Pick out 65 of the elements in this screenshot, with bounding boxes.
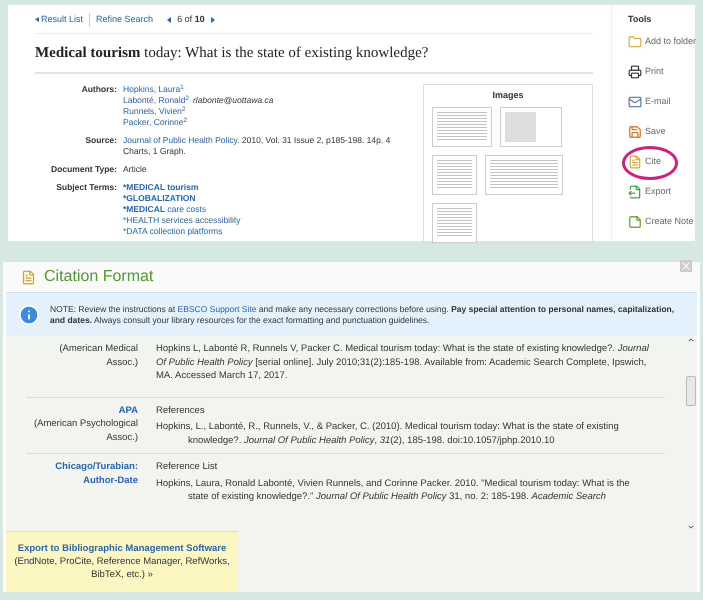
subject-term-link[interactable]: *MEDICAL tourism <box>123 182 198 192</box>
tool-link[interactable]: Print <box>645 64 664 78</box>
citation-heading: Reference List <box>156 460 218 474</box>
subject-term-link[interactable]: *DATA collection platforms <box>123 226 222 236</box>
support-site-link[interactable]: EBSCO Support Site <box>178 304 256 314</box>
author-link[interactable]: Labonté, Ronald$^{2}$ <box>123 95 189 106</box>
journal-link[interactable]: Journal of Public Health Policy <box>123 135 238 145</box>
envelope-icon[interactable] <box>628 94 642 108</box>
previous-arrow-icon[interactable] <box>167 16 172 23</box>
highlight-ellipse <box>622 146 678 180</box>
scroll-up-icon[interactable] <box>687 336 695 344</box>
images-heading: Images <box>491 89 525 102</box>
document-icon <box>21 270 36 284</box>
citation-style-link[interactable]: APA <box>26 404 138 417</box>
refine-search-link[interactable]: Refine Search <box>89 13 154 26</box>
document-thumbnail[interactable] <box>500 106 562 146</box>
subject-term-link[interactable]: *HEALTH services accessibility <box>123 215 240 225</box>
back-arrow-icon <box>35 17 39 22</box>
next-arrow-icon[interactable] <box>210 16 215 23</box>
article-title: Medical tourism today: What is the state of existing knowledge? <box>35 34 593 74</box>
tool-link[interactable]: Add to folder <box>645 34 696 48</box>
author-link[interactable]: Hopkins, Laura$^{1}$ <box>123 84 184 95</box>
tool-link[interactable]: E-mail <box>645 94 671 108</box>
citation-text: Hopkins, L., Labonté, R., Runnels, V., & Packer, C. (2010). Medical tourism today: What is the state of existing knowledge?. Journal Of Public Health Policy, 31(2), 185-198. doi:10.1057/jphp.2010.10 <box>156 420 620 447</box>
field-label: Document Type: <box>50 164 117 175</box>
export-formats: (EndNote, ProCite, Reference Manager, RefWorks, BibTeX, etc.) » <box>13 555 231 581</box>
field-label: Subject Terms: <box>55 182 117 194</box>
dialog-title: Citation Format <box>44 267 154 287</box>
document-thumbnail[interactable] <box>432 202 477 242</box>
record-position: 6 of 10 <box>177 13 205 26</box>
subject-term-link[interactable]: *GLOBALIZATION <box>123 193 196 203</box>
scroll-down-icon[interactable] <box>687 523 695 531</box>
author-link[interactable]: Runnels, Vivien$^{2}$ <box>123 106 186 117</box>
tool-link[interactable]: Export <box>645 184 672 198</box>
close-icon[interactable] <box>680 260 692 272</box>
source-text: Journal of Public Health Policy. 2010, Vol. 31 Issue 2, p185-198. 14p. 4 Charts, 1 Graph. <box>123 135 392 157</box>
scroll-thumb[interactable] <box>686 376 696 406</box>
note-text: NOTE: Review the instructions at EBSCO Support Site and make any necessary corrections before using. Pay special attention to personal names, capitalization, and dates. Always consult your library resources for the exact formatting and punctuation guidelines. <box>50 304 676 326</box>
document-thumbnail[interactable] <box>432 154 477 194</box>
tool-link[interactable]: Save <box>645 124 666 138</box>
tool-link[interactable]: Create Note <box>645 214 694 228</box>
note-icon[interactable] <box>628 214 642 228</box>
folder-icon[interactable] <box>628 34 642 48</box>
info-icon <box>18 304 40 326</box>
field-label: Source: <box>84 135 117 147</box>
citation-heading: References <box>156 404 206 417</box>
tool-link[interactable]: Cite <box>645 154 662 168</box>
document-thumbnail[interactable] <box>432 106 492 146</box>
citation-style-link[interactable]: Chicago/Turabian: Author-Date <box>26 460 138 487</box>
tools-heading: Tools <box>628 13 652 26</box>
field-label: Authors: <box>80 84 117 96</box>
citation-style-description: (American Psychological Assoc.) <box>32 417 138 444</box>
subject-term-link[interactable]: *MEDICAL care costs <box>123 204 206 214</box>
document-thumbnail[interactable] <box>485 154 563 194</box>
printer-icon[interactable] <box>628 64 642 78</box>
author-link[interactable]: Packer, Corinne$^{2}$ <box>123 117 188 128</box>
citation-style-description: (American Medical Assoc.) <box>58 342 138 369</box>
export-icon[interactable] <box>628 184 642 198</box>
result-list-link[interactable]: Result List <box>35 13 84 26</box>
citation-text: Hopkins L, Labonté R, Runnels V, Packer C. Medical tourism today: What is the state of existing knowledge?. Journal Of Public Health Policy [serial online]. July 2010;31(2):185-198. Available from: Academic Search Complete, Ipswich, MA. Accessed March 17, 2017. <box>156 342 649 382</box>
export-link[interactable]: Export to Bibliographic Management Software <box>6 542 238 555</box>
author-email: rlabonte@uottawa.ca <box>192 95 274 106</box>
field-value: Article <box>123 164 147 174</box>
document-icon[interactable] <box>628 154 642 168</box>
citation-text: Hopkins, Laura, Ronald Labonté, Vivien Runnels, and Corinne Packer. 2010. "Medical tourism today: What is the state of existing knowledge?." Journal Of Public Health Policy 31, no. 2: 185-198. Academic Search <box>156 476 631 504</box>
